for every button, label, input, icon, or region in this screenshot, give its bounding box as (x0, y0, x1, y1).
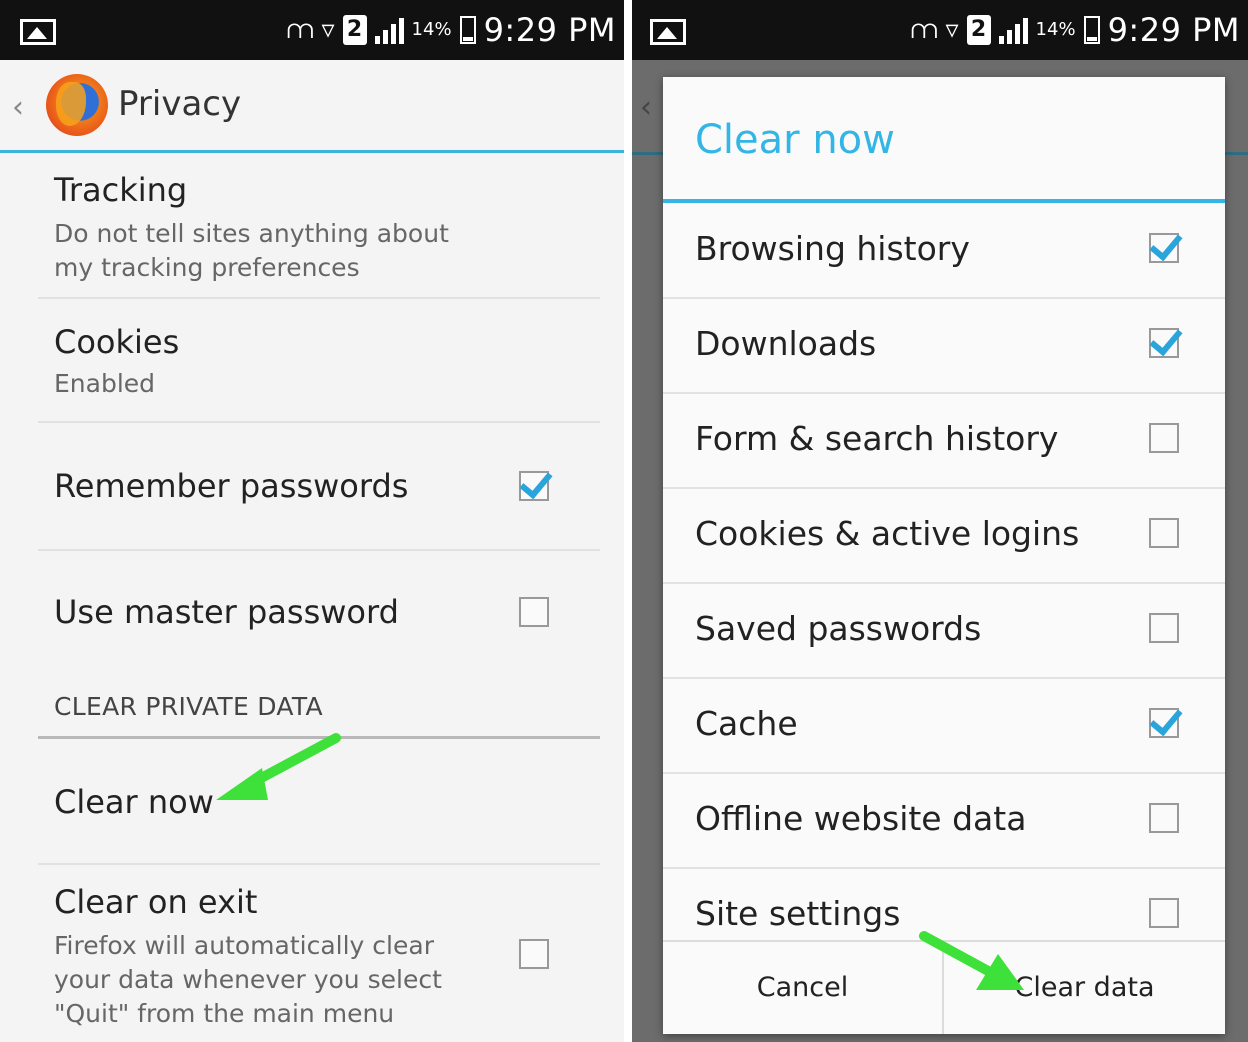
sim-2-icon: 2 (966, 15, 991, 45)
pref-title: Clear on exit (54, 883, 258, 921)
option-downloads[interactable]: Downloads (663, 298, 1225, 394)
pref-summary: Enabled (54, 369, 156, 398)
option-cache[interactable]: Cache (663, 678, 1225, 774)
signal-icon (998, 16, 1028, 44)
image-icon (20, 19, 56, 45)
sim-2-icon: 2 (342, 15, 367, 45)
battery-percent: 14% (411, 19, 452, 40)
pref-summary: Firefox will automatically clear your da… (54, 931, 442, 1028)
back-chevron-icon: ‹ (640, 90, 652, 125)
battery-percent: 14% (1035, 19, 1076, 40)
remember-passwords-checkbox[interactable] (519, 471, 549, 501)
clock: 9:29 PM (1107, 11, 1240, 49)
clear-now-dialog: Clear now Browsing history Downloads For… (663, 77, 1225, 1034)
browsing-history-checkbox[interactable] (1149, 233, 1179, 263)
saved-passwords-checkbox[interactable] (1149, 613, 1179, 643)
pref-clear-on-exit[interactable]: Clear on exit Firefox will automatically… (38, 865, 600, 1042)
signal-icon (374, 16, 404, 44)
option-form-search-history[interactable]: Form & search history (663, 393, 1225, 489)
option-label: Browsing history (695, 229, 970, 268)
pref-cookies[interactable]: Cookies Enabled (38, 299, 600, 423)
cache-checkbox[interactable] (1149, 708, 1179, 738)
option-browsing-history[interactable]: Browsing history (663, 203, 1225, 299)
option-label: Downloads (695, 324, 877, 363)
option-label: Offline website data (695, 799, 1027, 838)
firefox-logo-icon[interactable] (46, 74, 108, 136)
cancel-button[interactable]: Cancel (663, 942, 944, 1034)
dialog-title: Clear now (695, 117, 895, 163)
option-offline-website-data[interactable]: Offline website data (663, 773, 1225, 869)
offline-website-data-checkbox[interactable] (1149, 803, 1179, 833)
master-password-checkbox[interactable] (519, 597, 549, 627)
image-icon (650, 19, 686, 45)
battery-icon (459, 16, 476, 44)
downloads-checkbox[interactable] (1149, 328, 1179, 358)
nfc-icon: ⩋ (911, 15, 938, 45)
option-label: Cache (695, 704, 798, 743)
option-saved-passwords[interactable]: Saved passwords (663, 583, 1225, 679)
page-title: Privacy (118, 84, 242, 124)
clear-on-exit-checkbox[interactable] (519, 939, 549, 969)
pref-title: Tracking (54, 171, 188, 209)
clock: 9:29 PM (483, 11, 616, 49)
clear-data-screen: ⩋ ▿ 2 14% 9:29 PM ‹ Clear now Browsing h… (632, 0, 1248, 1042)
action-bar: ‹ Privacy (0, 60, 624, 153)
nfc-icon: ⩋ (287, 15, 314, 45)
pref-title: Use master password (54, 593, 399, 631)
pref-master-password[interactable]: Use master password (38, 551, 600, 685)
option-cookies-active-logins[interactable]: Cookies & active logins (663, 488, 1225, 584)
form-search-history-checkbox[interactable] (1149, 423, 1179, 453)
pref-title: Remember passwords (54, 467, 409, 505)
green-arrow-annotation (919, 931, 1024, 990)
pref-remember-passwords[interactable]: Remember passwords (38, 423, 600, 551)
wifi-icon: ▿ (945, 15, 959, 45)
screenshot-divider (624, 0, 632, 1042)
back-chevron-icon[interactable]: ‹ (12, 90, 24, 125)
green-arrow-annotation (216, 733, 341, 800)
pref-title: Clear now (54, 783, 214, 821)
status-bar: ⩋ ▿ 2 14% 9:29 PM (0, 0, 624, 60)
battery-icon (1083, 16, 1100, 44)
pref-summary: Do not tell sites anything about my trac… (54, 219, 449, 282)
option-label: Site settings (695, 894, 901, 933)
privacy-screen: ⩋ ▿ 2 14% 9:29 PM ‹ Privacy Tracking Do … (0, 0, 624, 1042)
option-label: Form & search history (695, 419, 1059, 458)
pref-title: Cookies (54, 323, 180, 361)
section-header-label: CLEAR PRIVATE DATA (54, 692, 323, 721)
site-settings-checkbox[interactable] (1149, 898, 1179, 928)
option-label: Saved passwords (695, 609, 982, 648)
pref-tracking[interactable]: Tracking Do not tell sites anything abou… (38, 153, 600, 299)
wifi-icon: ▿ (321, 15, 335, 45)
status-bar: ⩋ ▿ 2 14% 9:29 PM (632, 0, 1248, 60)
cookies-active-logins-checkbox[interactable] (1149, 518, 1179, 548)
option-label: Cookies & active logins (695, 514, 1080, 553)
